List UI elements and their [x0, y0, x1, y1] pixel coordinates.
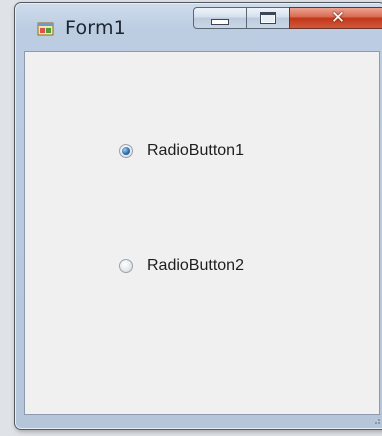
maximize-icon — [260, 12, 276, 24]
close-button[interactable]: ✕ — [289, 7, 382, 29]
form-client-area: RadioButton1 RadioButton2 — [24, 51, 380, 415]
window-title: Form1 — [65, 17, 126, 39]
resize-grip-icon[interactable] — [371, 415, 381, 425]
form-app-icon — [37, 22, 54, 36]
radio-button-2[interactable]: RadioButton2 — [119, 257, 244, 275]
form1-window: Form1 ✕ RadioButton1 RadioButton2 — [14, 2, 382, 430]
radio-button-1-label[interactable]: RadioButton1 — [147, 142, 244, 160]
radio-button-1[interactable]: RadioButton1 — [119, 142, 244, 160]
title-bar[interactable]: Form1 ✕ — [15, 3, 382, 47]
minimize-button[interactable] — [193, 7, 247, 29]
minimize-icon — [211, 19, 229, 25]
maximize-button[interactable] — [246, 7, 290, 29]
radio-indicator-checked[interactable] — [119, 144, 133, 158]
radio-button-2-label[interactable]: RadioButton2 — [147, 257, 244, 275]
close-icon: ✕ — [330, 7, 346, 28]
radio-indicator-unchecked[interactable] — [119, 259, 133, 273]
